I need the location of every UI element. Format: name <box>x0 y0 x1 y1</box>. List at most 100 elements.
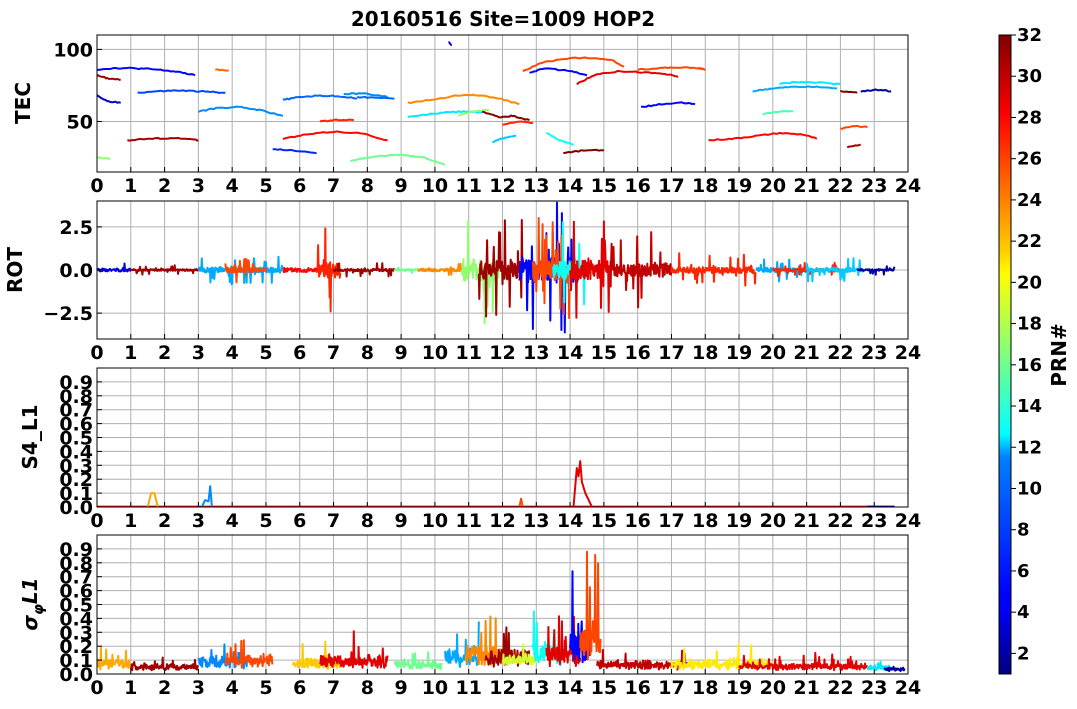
series-line-prn-31 <box>477 219 524 318</box>
x-tick-label: 20 <box>760 510 786 532</box>
x-tick-label: 3 <box>192 175 205 197</box>
x-tick-label: 8 <box>361 342 374 364</box>
series-line-prn-9 <box>198 105 284 117</box>
series-line-prn-28 <box>708 131 818 142</box>
x-tick-label: 22 <box>827 175 853 197</box>
x-tick-label: 22 <box>827 510 853 532</box>
colorbar-tick-label: 22 <box>1017 231 1042 252</box>
colorbar-tick-label: 10 <box>1017 478 1042 499</box>
y-axis-label: S4_L1 <box>18 405 42 470</box>
x-tick-label: 20 <box>760 175 786 197</box>
x-tick-label: 14 <box>557 510 583 532</box>
x-tick-label: 5 <box>259 175 272 197</box>
series-line-prn-11 <box>805 257 865 283</box>
series-line-prn-15 <box>762 109 794 116</box>
series-line-prn-28 <box>282 130 388 142</box>
x-tick-label: 16 <box>624 342 650 364</box>
series-line-prn-4 <box>97 262 132 273</box>
series-line-prn-17 <box>97 156 111 160</box>
y-tick-label: 0.0 <box>59 260 93 282</box>
colorbar-tick-label: 30 <box>1017 66 1042 87</box>
x-tick-label: 23 <box>861 510 887 532</box>
x-tick-label: 11 <box>455 677 481 699</box>
tec-panel: 0 1 2 3 4 5 6 7 8 9 10 11 12 13 14 15 16 17 18 19 20 21 22 23 24… <box>11 34 921 197</box>
colorbar-label: PRN# <box>1047 323 1071 387</box>
x-tick-label: 6 <box>293 342 306 364</box>
chart-title: 20160516 Site=1009 HOP2 <box>351 7 655 31</box>
x-tick-label: 17 <box>658 175 684 197</box>
x-tick-label: 3 <box>192 677 205 699</box>
colorbar-tick-label: 18 <box>1017 314 1042 335</box>
series-line-prn-3 <box>97 94 121 104</box>
x-tick-label: 16 <box>624 510 650 532</box>
x-tick-label: 1 <box>124 175 137 197</box>
x-tick-label: 15 <box>591 677 617 699</box>
x-tick-label: 3 <box>192 510 205 532</box>
x-tick-label: 24 <box>895 510 921 532</box>
series-line-prn-5 <box>97 66 196 77</box>
x-tick-label: 18 <box>692 342 718 364</box>
x-tick-label: 21 <box>793 342 819 364</box>
series-line-prn-32 <box>481 110 530 122</box>
x-tick-label: 6 <box>293 677 306 699</box>
x-tick-label: 0 <box>90 342 103 364</box>
figure: 20160516 Site=1009 HOP2 0 1 2 3 4 5 6 7 8 9 10 11 12… <box>3 7 1071 699</box>
s4-panel: 0 1 2 3 4 5 6 7 8 9 10 11 12 13 14 15 16 17 18 19 20 21 22 23 24… <box>18 367 921 532</box>
y-tick-label: 50 <box>67 112 93 134</box>
y-axis-label: TEC <box>11 82 35 124</box>
series-group <box>97 550 906 673</box>
x-tick-label: 0 <box>90 175 103 197</box>
x-tick-label: 17 <box>658 510 684 532</box>
series-line-prn-30 <box>609 231 673 309</box>
x-tick-label: 2 <box>158 342 171 364</box>
series-line-prn-2 <box>860 88 892 93</box>
colorbar-ticks: 2468101214161820222426283032 <box>1011 25 1042 664</box>
x-tick-label: 4 <box>226 342 239 364</box>
colorbar-tick-label: 2 <box>1017 643 1030 664</box>
y-axis-label: ROT <box>3 247 27 293</box>
x-tick-label: 15 <box>591 510 617 532</box>
x-tick-label: 13 <box>523 510 549 532</box>
x-tick-label: 19 <box>726 175 752 197</box>
x-tick-label: 13 <box>523 342 549 364</box>
x-tick-label: 15 <box>591 175 617 197</box>
series-line-prn-11 <box>492 134 517 144</box>
x-tick-label: 14 <box>557 342 583 364</box>
series-line-prn-5 <box>641 101 696 108</box>
y-tick-label: 2.5 <box>59 217 93 239</box>
x-tick-label: 24 <box>895 342 921 364</box>
series-line-prn-6 <box>272 148 317 155</box>
x-tick-label: 13 <box>523 175 549 197</box>
colorbar-tick-label: 24 <box>1017 190 1042 211</box>
series-line-prn-4 <box>447 41 453 47</box>
colorbar-tick-label: 32 <box>1017 25 1042 46</box>
x-tick-label: 12 <box>489 175 515 197</box>
x-tick-label: 18 <box>692 175 718 197</box>
x-tick-label: 19 <box>726 342 752 364</box>
x-tick-label: 14 <box>557 677 583 699</box>
x-tick-label: 1 <box>124 677 137 699</box>
x-tick-label: 9 <box>395 175 408 197</box>
x-tick-label: 16 <box>624 677 650 699</box>
series-line-prn-8 <box>356 95 395 100</box>
y-tick-label: 100 <box>53 39 93 61</box>
x-tick-label: 14 <box>557 175 583 197</box>
series-line-prn-13 <box>545 131 574 146</box>
x-tick-label: 9 <box>395 510 408 532</box>
x-tick-label: 11 <box>455 342 481 364</box>
colorbar-gradient <box>998 34 1012 675</box>
series-line-prn-10 <box>444 621 480 668</box>
series-line-prn-5 <box>529 67 588 77</box>
x-tick-label: 2 <box>158 677 171 699</box>
x-tick-label: 12 <box>489 677 515 699</box>
x-tick-label: 13 <box>523 677 549 699</box>
series-line-prn-10 <box>752 85 838 93</box>
x-tick-label: 8 <box>361 510 374 532</box>
series-line-prn-31 <box>97 74 121 81</box>
colorbar-tick-label: 28 <box>1017 107 1042 128</box>
x-tick-label: 9 <box>395 677 408 699</box>
x-tick-label: 4 <box>226 175 239 197</box>
x-tick-label: 8 <box>361 175 374 197</box>
x-tick-label: 20 <box>760 677 786 699</box>
x-tick-label: 10 <box>422 342 448 364</box>
